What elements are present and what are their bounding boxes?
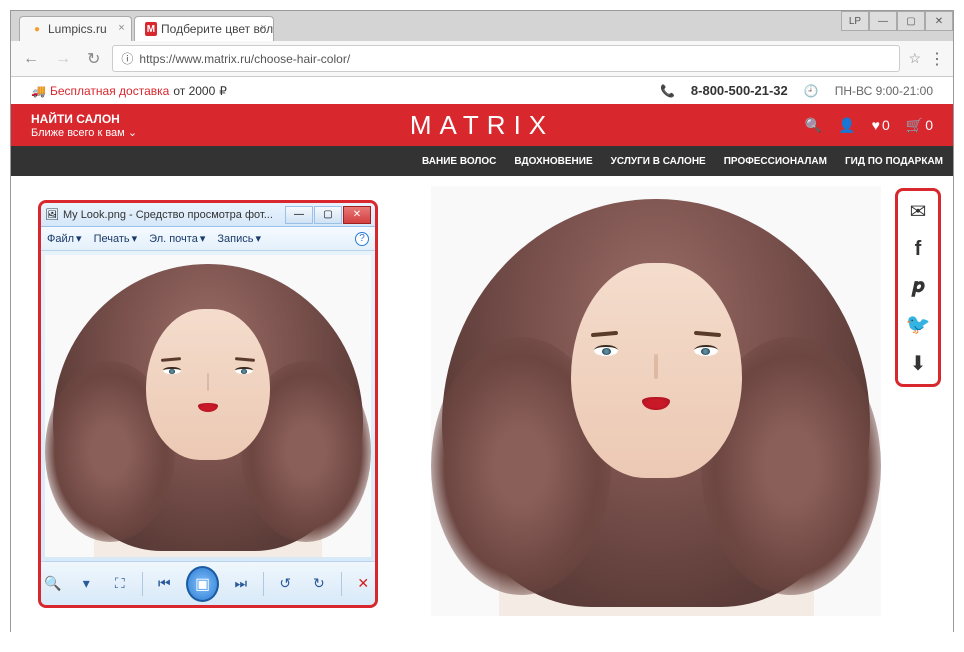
address-bar: ← → ↻ ⓘ https://www.matrix.ru/choose-hai… — [11, 41, 953, 77]
nav-item[interactable]: УСЛУГИ В САЛОНЕ — [611, 156, 706, 167]
salon-title: НАЙТИ САЛОН — [31, 112, 137, 126]
email-icon[interactable]: ✉ — [910, 199, 927, 224]
close-icon[interactable]: × — [118, 22, 124, 34]
viewer-maximize-button[interactable]: ▢ — [314, 206, 342, 224]
next-icon[interactable]: ⏭ — [229, 571, 253, 597]
account-icon[interactable]: 👤 — [838, 117, 855, 134]
main-nav: ВАНИЕ ВОЛОС ВДОХНОВЕНИЕ УСЛУГИ В САЛОНЕ … — [11, 146, 953, 176]
nav-item[interactable]: ВАНИЕ ВОЛОС — [422, 156, 496, 167]
nav-item[interactable]: ВДОХНОВЕНИЕ — [514, 156, 592, 167]
model-photo — [431, 186, 881, 616]
truck-icon: 🚚 — [31, 84, 46, 98]
help-icon[interactable]: ? — [355, 232, 369, 246]
menu-print[interactable]: Печать ▾ — [94, 232, 138, 245]
chevron-down-icon: ▾ — [255, 232, 261, 245]
twitter-icon[interactable]: 🐦 — [906, 312, 931, 337]
close-button[interactable]: ✕ — [925, 11, 953, 31]
phone-number: 8-800-500-21-32 — [691, 83, 788, 98]
viewer-canvas — [41, 251, 375, 561]
chevron-down-icon: ▾ — [200, 232, 206, 245]
zoom-icon[interactable]: 🔍 — [41, 571, 65, 597]
site-header: НАЙТИ САЛОН Ближе всего к вам ⌄ MATRIX 🔍… — [11, 104, 953, 146]
menu-burn[interactable]: Запись ▾ — [217, 232, 261, 245]
back-button[interactable]: ← — [19, 48, 43, 70]
delivery-prefix: Бесплатная доставка — [50, 84, 169, 98]
viewer-titlebar[interactable]: 🖼 My Look.png - Средство просмотра фот..… — [41, 203, 375, 227]
clock-icon: 🕘 — [804, 84, 819, 98]
fav-count: 0 — [882, 117, 890, 133]
minimize-button[interactable]: — — [869, 11, 897, 31]
favicon-icon: M — [145, 22, 157, 36]
url-input[interactable]: ⓘ https://www.matrix.ru/choose-hair-colo… — [112, 45, 900, 72]
chevron-down-icon: ⌄ — [128, 127, 137, 139]
top-info-bar: 🚚 Бесплатная доставка от 2000 ₽ 📞 8-800-… — [11, 77, 953, 104]
delivery-amount: от 2000 — [173, 84, 215, 98]
salon-subtitle: Ближе всего к вам — [31, 127, 125, 139]
chevron-down-icon: ▾ — [76, 232, 82, 245]
viewer-toolbar: 🔍 ▾ ⛶ ⏮ ▣ ⏭ ↺ ↻ ✕ — [41, 561, 375, 605]
viewer-close-button[interactable]: ✕ — [343, 206, 371, 224]
currency: ₽ — [219, 84, 227, 98]
browser-tab-0[interactable]: ● Lumpics.ru × — [19, 16, 132, 41]
delete-icon[interactable]: ✕ — [351, 571, 375, 597]
tab-strip: ● Lumpics.ru × M Подберите цвет волос × — [11, 11, 953, 41]
viewed-image — [45, 255, 371, 557]
viewer-menubar: Файл ▾ Печать ▾ Эл. почта ▾ Запись ▾ ? — [41, 227, 375, 251]
cart-count: 0 — [925, 117, 933, 133]
favorites-button[interactable]: ♥0 — [872, 117, 890, 133]
menu-icon[interactable]: ⋮ — [929, 49, 945, 69]
bookmark-icon[interactable]: ☆ — [908, 50, 921, 67]
search-icon[interactable]: 🔍 — [805, 117, 822, 134]
facebook-icon[interactable]: f — [915, 238, 922, 261]
slideshow-button[interactable]: ▣ — [186, 566, 219, 602]
photo-viewer-window: 🖼 My Look.png - Средство просмотра фот..… — [38, 200, 378, 608]
account-badge[interactable]: LP — [841, 11, 869, 31]
prev-icon[interactable]: ⏮ — [153, 571, 177, 597]
url-text: https://www.matrix.ru/choose-hair-color/ — [139, 52, 350, 66]
tab-label: Подберите цвет волос — [161, 22, 274, 36]
fit-icon[interactable]: ⛶ — [108, 571, 132, 597]
close-icon[interactable]: × — [260, 22, 266, 34]
rotate-right-icon[interactable]: ↻ — [307, 571, 331, 597]
nav-item[interactable]: ГИД ПО ПОДАРКАМ — [845, 156, 943, 167]
nav-item[interactable]: ПРОФЕССИОНАЛАМ — [724, 156, 827, 167]
forward-button[interactable]: → — [51, 48, 75, 70]
maximize-button[interactable]: ▢ — [897, 11, 925, 31]
phone-icon: 📞 — [660, 84, 675, 98]
find-salon[interactable]: НАЙТИ САЛОН Ближе всего к вам ⌄ — [31, 112, 137, 139]
reload-button[interactable]: ↻ — [83, 47, 104, 71]
viewer-minimize-button[interactable]: — — [285, 206, 313, 224]
hours-text: ПН-ВС 9:00-21:00 — [835, 84, 933, 98]
app-icon: 🖼 — [45, 208, 59, 221]
menu-email[interactable]: Эл. почта ▾ — [149, 232, 205, 245]
chevron-down-icon: ▾ — [132, 232, 138, 245]
rotate-left-icon[interactable]: ↺ — [273, 571, 297, 597]
viewer-title: My Look.png - Средство просмотра фот... — [63, 209, 284, 221]
cart-button[interactable]: 🛒0 — [906, 117, 933, 134]
header-actions: 🔍 👤 ♥0 🛒0 — [805, 117, 933, 134]
favicon-icon: ● — [30, 22, 44, 36]
browser-tab-1[interactable]: M Подберите цвет волос × — [134, 16, 274, 41]
delivery-text: 🚚 Бесплатная доставка от 2000 ₽ — [31, 84, 227, 98]
site-logo[interactable]: MATRIX — [410, 110, 554, 141]
chevron-down-icon[interactable]: ▾ — [75, 571, 99, 597]
info-icon: ⓘ — [121, 50, 133, 67]
window-controls: LP — ▢ ✕ — [841, 11, 953, 31]
menu-file[interactable]: Файл ▾ — [47, 232, 82, 245]
tab-label: Lumpics.ru — [48, 22, 107, 36]
download-icon[interactable]: ⬇ — [910, 351, 927, 376]
share-sidebar: ✉ f 𝒑 🐦 ⬇ — [895, 188, 941, 387]
pinterest-icon[interactable]: 𝒑 — [912, 275, 924, 298]
